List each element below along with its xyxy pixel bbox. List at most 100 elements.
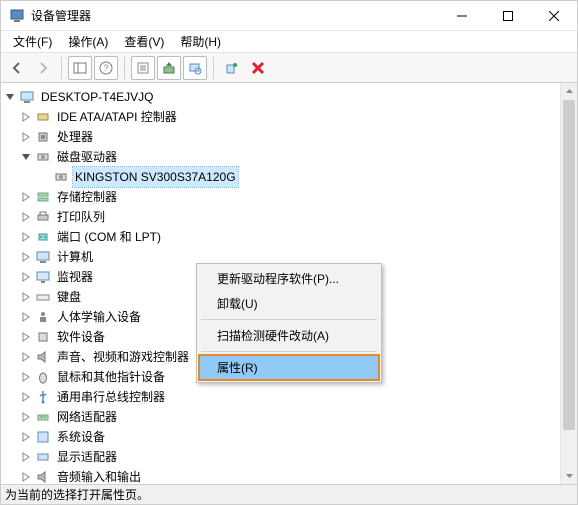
close-button[interactable] [531, 1, 577, 31]
menu-view[interactable]: 查看(V) [116, 31, 172, 52]
expand-icon[interactable] [19, 312, 33, 322]
expand-icon[interactable] [19, 372, 33, 382]
tree-root[interactable]: DESKTOP-T4EJVJQ [3, 87, 575, 107]
scroll-down-arrow-icon[interactable] [561, 467, 577, 484]
expand-icon[interactable] [19, 192, 33, 202]
expand-icon[interactable] [19, 292, 33, 302]
expand-icon[interactable] [19, 212, 33, 222]
collapse-icon[interactable] [3, 92, 17, 102]
expand-icon[interactable] [19, 352, 33, 362]
tree-label: 系统设备 [55, 427, 107, 447]
delete-button[interactable] [246, 56, 270, 80]
disk-icon [35, 149, 51, 165]
tree-label: 音频输入和输出 [55, 467, 143, 484]
menu-file[interactable]: 文件(F) [5, 31, 60, 52]
tree-item-usb[interactable]: 通用串行总线控制器 [3, 387, 575, 407]
tree-item-ide[interactable]: IDE ATA/ATAPI 控制器 [3, 107, 575, 127]
scrollbar-track[interactable] [561, 100, 577, 467]
expand-icon[interactable] [19, 232, 33, 242]
tree-item-network[interactable]: 网络适配器 [3, 407, 575, 427]
expand-icon[interactable] [19, 392, 33, 402]
expand-icon[interactable] [19, 472, 33, 482]
toolbar: ? [1, 53, 577, 83]
tree-label: 通用串行总线控制器 [55, 387, 167, 407]
tree-label: 端口 (COM 和 LPT) [55, 227, 163, 247]
back-button[interactable] [5, 56, 29, 80]
menubar: 文件(F) 操作(A) 查看(V) 帮助(H) [1, 31, 577, 53]
tree-label: 计算机 [55, 247, 95, 267]
controller-icon [35, 109, 51, 125]
expand-icon[interactable] [19, 112, 33, 122]
ctx-properties[interactable]: 属性(R) [199, 355, 379, 380]
tree-item-storage[interactable]: 存储控制器 [3, 187, 575, 207]
port-icon [35, 229, 51, 245]
tree-label: 键盘 [55, 287, 83, 307]
scroll-up-arrow-icon[interactable] [561, 83, 577, 100]
window-buttons [439, 1, 577, 31]
app-icon [9, 8, 25, 24]
scan-hardware-button[interactable] [183, 56, 207, 80]
svg-text:?: ? [103, 63, 108, 73]
tree-label: 显示适配器 [55, 447, 119, 467]
menu-action[interactable]: 操作(A) [60, 31, 116, 52]
tree-label: 声音、视频和游戏控制器 [55, 347, 191, 367]
tree-label: KINGSTON SV300S37A120G [73, 167, 238, 187]
properties-button[interactable] [131, 56, 155, 80]
tree-item-system[interactable]: 系统设备 [3, 427, 575, 447]
tree-item-display[interactable]: 显示适配器 [3, 447, 575, 467]
mouse-icon [35, 369, 51, 385]
help-button[interactable]: ? [94, 56, 118, 80]
ctx-uninstall[interactable]: 卸载(U) [199, 291, 379, 316]
menu-help[interactable]: 帮助(H) [172, 31, 229, 52]
computer-icon [19, 89, 35, 105]
tree-item-cpu[interactable]: 处理器 [3, 127, 575, 147]
disk-icon [53, 169, 69, 185]
printer-icon [35, 209, 51, 225]
speaker-icon [35, 349, 51, 365]
toolbar-separator [213, 57, 214, 79]
minimize-button[interactable] [439, 1, 485, 31]
storage-icon [35, 189, 51, 205]
expand-icon[interactable] [19, 452, 33, 462]
tree-label: 鼠标和其他指针设备 [55, 367, 167, 387]
expand-icon[interactable] [19, 252, 33, 262]
maximize-button[interactable] [485, 1, 531, 31]
tree-label: IDE ATA/ATAPI 控制器 [55, 107, 179, 127]
expand-icon[interactable] [19, 132, 33, 142]
expand-icon[interactable] [19, 272, 33, 282]
tree-item-audio-io[interactable]: 音频输入和输出 [3, 467, 575, 484]
context-menu-separator [201, 319, 377, 320]
display-adapter-icon [35, 449, 51, 465]
scrollbar-thumb[interactable] [563, 100, 575, 430]
computer-icon [35, 249, 51, 265]
ctx-update-driver[interactable]: 更新驱动程序软件(P)... [199, 266, 379, 291]
expand-icon[interactable] [19, 412, 33, 422]
statusbar-text: 为当前的选择打开属性页。 [5, 486, 149, 503]
update-driver-button[interactable] [157, 56, 181, 80]
tree-label: DESKTOP-T4EJVJQ [39, 87, 155, 107]
expand-icon[interactable] [19, 432, 33, 442]
tree-label: 磁盘驱动器 [55, 147, 119, 167]
forward-button[interactable] [31, 56, 55, 80]
show-hide-console-tree-button[interactable] [68, 56, 92, 80]
titlebar: 设备管理器 [1, 1, 577, 31]
cpu-icon [35, 129, 51, 145]
system-icon [35, 429, 51, 445]
hid-icon [35, 309, 51, 325]
tree-item-kingston[interactable]: KINGSTON SV300S37A120G [3, 167, 575, 187]
toolbar-separator [124, 57, 125, 79]
expand-icon[interactable] [19, 332, 33, 342]
software-icon [35, 329, 51, 345]
tree-label: 打印队列 [55, 207, 107, 227]
network-icon [35, 409, 51, 425]
tree-item-ports[interactable]: 端口 (COM 和 LPT) [3, 227, 575, 247]
uninstall-button[interactable] [220, 56, 244, 80]
tree-label: 存储控制器 [55, 187, 119, 207]
collapse-icon[interactable] [19, 152, 33, 162]
ctx-scan-hardware[interactable]: 扫描检测硬件改动(A) [199, 323, 379, 348]
tree-item-print[interactable]: 打印队列 [3, 207, 575, 227]
window-title: 设备管理器 [31, 7, 439, 24]
vertical-scrollbar[interactable] [560, 83, 577, 484]
tree-item-disk-drives[interactable]: 磁盘驱动器 [3, 147, 575, 167]
context-menu-separator [201, 351, 377, 352]
